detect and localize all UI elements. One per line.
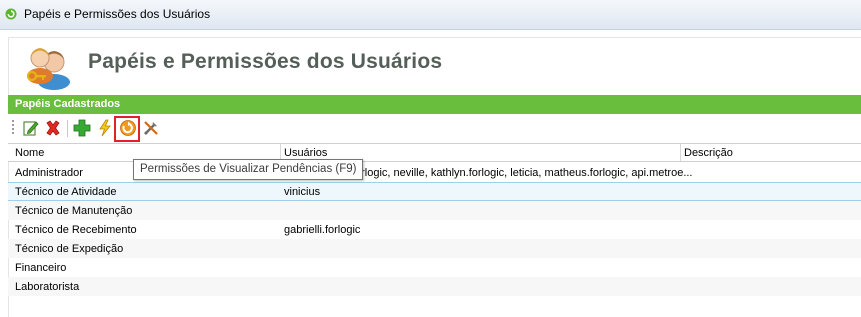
column-header-usuarios[interactable]: Usuários xyxy=(284,147,327,159)
column-header-nome[interactable]: Nome xyxy=(15,147,44,159)
cell-usuarios: vinicius xyxy=(284,186,321,198)
delete-icon[interactable] xyxy=(44,119,62,137)
cell-nome: Administrador xyxy=(15,167,83,179)
add-icon[interactable] xyxy=(73,119,91,137)
cell-nome: Técnico de Recebimento xyxy=(15,224,137,236)
cell-nome: Técnico de Atividade xyxy=(15,186,117,198)
cell-nome: Laboratorista xyxy=(15,281,80,293)
highlight-box xyxy=(114,116,140,142)
cell-nome: Financeiro xyxy=(15,262,67,274)
table-row-selected[interactable]: Técnico de Atividade vinicius xyxy=(8,182,861,201)
window-titlebar: Papéis e Permissões dos Usuários xyxy=(0,0,861,30)
table-row[interactable]: Financeiro xyxy=(8,258,861,277)
page-title: Papéis e Permissões dos Usuários xyxy=(88,50,443,73)
app-icon xyxy=(5,8,17,20)
tools-icon[interactable] xyxy=(142,119,160,137)
table-row[interactable]: Laboratorista xyxy=(8,277,861,296)
cell-usuarios: gabrielli.forlogic xyxy=(284,224,361,236)
toolbar-separator xyxy=(67,120,68,137)
table-row[interactable]: Técnico de Recebimento gabrielli.forlogi… xyxy=(8,220,861,239)
table-row[interactable]: Técnico de Manutenção xyxy=(8,201,861,220)
edit-icon[interactable] xyxy=(22,119,40,137)
lightning-icon[interactable] xyxy=(96,119,114,137)
panel-title: Papéis Cadastrados xyxy=(15,98,121,110)
cell-usuarios: orlogic, neville, kathlyn.forlogic, leti… xyxy=(355,167,693,179)
toolbar-tooltip: Permissões de Visualizar Pendências (F9) xyxy=(133,159,364,180)
users-key-icon xyxy=(22,42,76,90)
cell-nome: Técnico de Manutenção xyxy=(15,205,133,217)
toolbar-grip[interactable] xyxy=(12,120,14,136)
panel-header: Papéis Cadastrados xyxy=(8,95,861,114)
table-row[interactable]: Técnico de Expedição xyxy=(8,239,861,258)
window-title: Papéis e Permissões dos Usuários xyxy=(24,7,211,21)
column-divider[interactable] xyxy=(680,144,681,161)
column-header-descricao[interactable]: Descrição xyxy=(684,147,733,159)
cell-nome: Técnico de Expedição xyxy=(15,243,124,255)
